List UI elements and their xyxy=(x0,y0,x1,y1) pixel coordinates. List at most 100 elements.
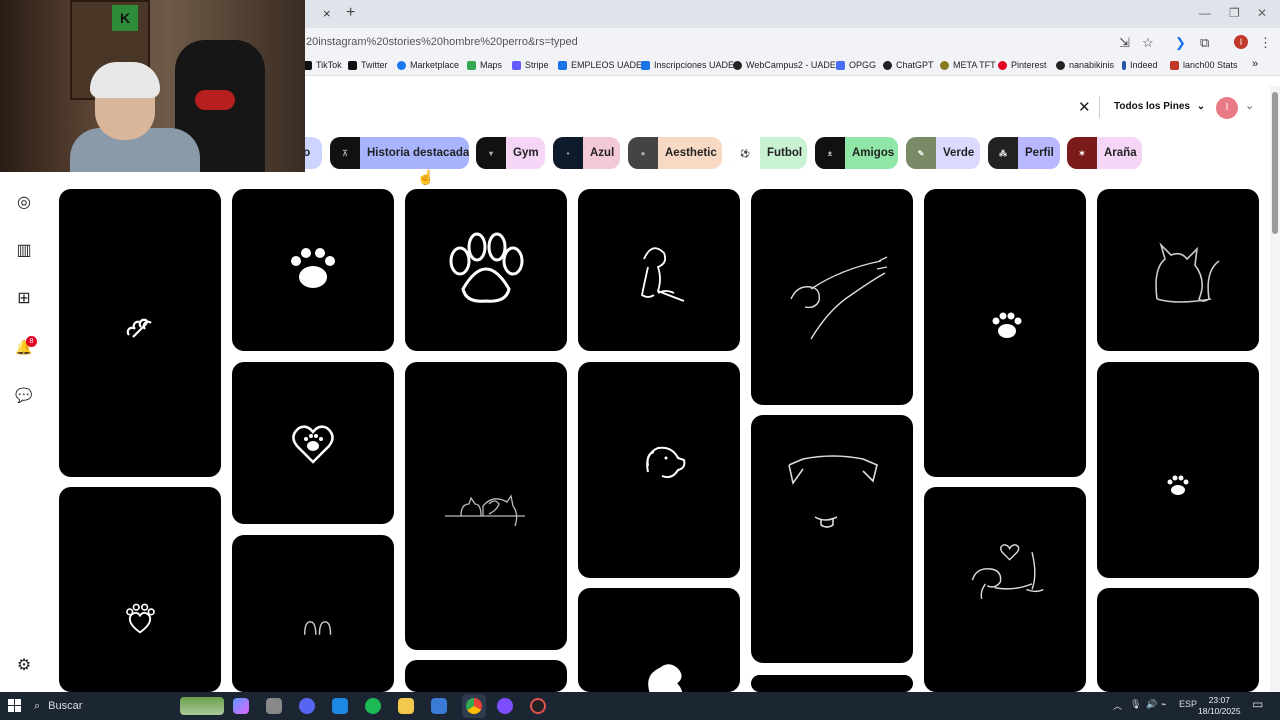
bookmark-item[interactable]: Marketplace xyxy=(397,60,459,70)
calculator-icon[interactable] xyxy=(431,698,447,714)
notifications-center-icon[interactable]: ▭ xyxy=(1252,697,1263,711)
chip-filter[interactable]: ᴥ Amigos xyxy=(815,137,898,169)
divider xyxy=(1099,96,1100,118)
pin-card[interactable] xyxy=(59,487,221,692)
chrome-icon[interactable] xyxy=(466,698,482,714)
pin-card[interactable] xyxy=(405,189,567,351)
volume-icon[interactable]: 🔊 xyxy=(1146,699,1157,710)
explore-icon[interactable]: ◎ xyxy=(14,193,34,213)
bookmark-item[interactable]: WebCampus2 - UADE xyxy=(733,60,836,70)
pin-card[interactable] xyxy=(578,362,740,578)
bookmark-item[interactable]: META TFT xyxy=(940,60,996,70)
boards-icon[interactable]: ▥ xyxy=(14,241,34,261)
chip-filter[interactable]: ⁂ Perfil xyxy=(988,137,1060,169)
pin-card[interactable] xyxy=(1097,362,1259,578)
taskbar-search[interactable]: ⌕ Buscar xyxy=(34,696,224,716)
extension-icon[interactable]: ❯ xyxy=(1175,35,1186,51)
pin-card[interactable] xyxy=(924,487,1086,692)
settings-icon[interactable]: ⚙ xyxy=(14,656,34,676)
obs-icon[interactable] xyxy=(530,698,546,714)
bookmark-item[interactable]: EMPLEOS UADE xyxy=(558,60,642,70)
bookmark-item[interactable]: lanch00 Stats xyxy=(1170,60,1238,70)
bookmark-item[interactable]: ChatGPT xyxy=(883,60,934,70)
pin-card[interactable] xyxy=(578,189,740,351)
chip-filter[interactable]: ▾ Gym xyxy=(476,137,545,169)
search-bar[interactable] xyxy=(305,90,1095,124)
tab-close-icon[interactable]: × xyxy=(323,6,331,21)
bookmark-item[interactable]: Stripe xyxy=(512,60,549,70)
copilot-icon[interactable] xyxy=(233,698,249,714)
pin-card[interactable] xyxy=(405,660,567,692)
metatft-icon xyxy=(940,60,949,70)
bookmark-star-icon[interactable]: ☆ xyxy=(1142,35,1154,51)
pin-card[interactable] xyxy=(59,189,221,477)
chip-thumbnail: ▪ xyxy=(553,137,583,169)
pins-filter-dropdown[interactable]: Todos los Pines ⌄ xyxy=(1114,101,1205,112)
new-tab-button[interactable]: + xyxy=(346,4,355,22)
bookmark-item[interactable]: TikTok xyxy=(303,60,342,70)
close-window-icon[interactable]: ✕ xyxy=(1257,6,1267,20)
notification-badge: 8 xyxy=(26,336,37,347)
messages-icon[interactable]: 💬 xyxy=(14,385,34,405)
facebook-icon xyxy=(397,60,406,70)
pin-card[interactable] xyxy=(1097,189,1259,351)
minimize-icon[interactable]: — xyxy=(1199,6,1211,20)
extensions-puzzle-icon[interactable]: ⧉ xyxy=(1200,35,1209,51)
indeed-icon xyxy=(1122,60,1126,70)
bookmark-item[interactable]: Indeed xyxy=(1122,60,1158,70)
create-icon[interactable]: ⊞ xyxy=(14,289,34,309)
chip-filter[interactable]: ● Aesthetic xyxy=(628,137,722,169)
chip-filter[interactable]: ⊼ Historia destacada xyxy=(330,137,469,169)
pin-card[interactable] xyxy=(405,362,567,650)
lanch-stats-icon xyxy=(1170,60,1179,70)
pin-card[interactable] xyxy=(1097,588,1259,692)
bookmark-item[interactable]: nanabikinis xyxy=(1056,60,1114,70)
pin-card[interactable] xyxy=(232,189,394,351)
pin-card[interactable] xyxy=(751,189,913,405)
chip-filter[interactable]: ✶ Araña xyxy=(1067,137,1142,169)
bookmark-item[interactable]: Pinterest xyxy=(998,60,1047,70)
pin-artwork xyxy=(405,660,567,692)
pin-card[interactable] xyxy=(578,588,740,692)
taskbar-clock[interactable]: 23:07 18/10/2025 xyxy=(1198,695,1241,717)
network-icon[interactable]: ⌁ xyxy=(1161,699,1166,710)
bookmark-item[interactable]: Maps xyxy=(467,60,502,70)
scrollbar-thumb[interactable] xyxy=(1272,92,1278,234)
chip-thumbnail: ⊼ xyxy=(330,137,360,169)
windows-start-icon[interactable] xyxy=(8,699,21,712)
bookmark-item[interactable]: Inscripciones UADE xyxy=(641,60,734,70)
clear-search-icon[interactable]: ✕ xyxy=(1078,98,1091,116)
folder-icon[interactable] xyxy=(398,698,414,714)
store-icon[interactable] xyxy=(332,698,348,714)
pin-card[interactable] xyxy=(232,535,394,692)
bookmark-item[interactable]: OPGG xyxy=(836,60,876,70)
chip-filter[interactable]: ⚽ Futbol xyxy=(730,137,807,169)
restore-icon[interactable]: ❐ xyxy=(1229,6,1240,20)
search-highlight-image xyxy=(180,697,224,715)
discord-icon[interactable] xyxy=(299,698,315,714)
app-circle-icon[interactable] xyxy=(497,698,513,714)
url-text[interactable]: 20instagram%20stories%20hombre%20perro&r… xyxy=(306,36,578,48)
install-icon[interactable]: ⇲ xyxy=(1119,35,1130,51)
opgg-icon xyxy=(836,60,845,70)
pin-card[interactable] xyxy=(924,189,1086,477)
pin-card[interactable] xyxy=(751,415,913,663)
pin-artwork xyxy=(790,256,888,340)
pin-card[interactable] xyxy=(751,675,913,692)
chip-filter[interactable]: ▪ Azul xyxy=(553,137,620,169)
search-icon: ⌕ xyxy=(34,699,41,712)
file-explorer-alt-icon[interactable] xyxy=(266,698,282,714)
bookmarks-more-icon[interactable]: » xyxy=(1252,58,1258,70)
chip-filter[interactable]: ✎ Verde xyxy=(906,137,980,169)
tray-chevron-icon[interactable]: ︿ xyxy=(1113,699,1122,712)
account-chevron-icon[interactable]: ⌄ xyxy=(1245,99,1254,112)
browser-menu-icon[interactable]: ⋮ xyxy=(1259,35,1272,51)
user-avatar[interactable]: I xyxy=(1216,97,1238,119)
pin-card[interactable] xyxy=(232,362,394,524)
browser-profile-avatar[interactable]: I xyxy=(1234,35,1248,49)
spotify-icon[interactable] xyxy=(365,698,381,714)
microphone-icon[interactable]: 🎙 xyxy=(1130,699,1141,710)
language-indicator[interactable]: ESP xyxy=(1179,699,1197,709)
chip-thumbnail: ▾ xyxy=(476,137,506,169)
bookmark-item[interactable]: Twitter xyxy=(348,60,388,70)
